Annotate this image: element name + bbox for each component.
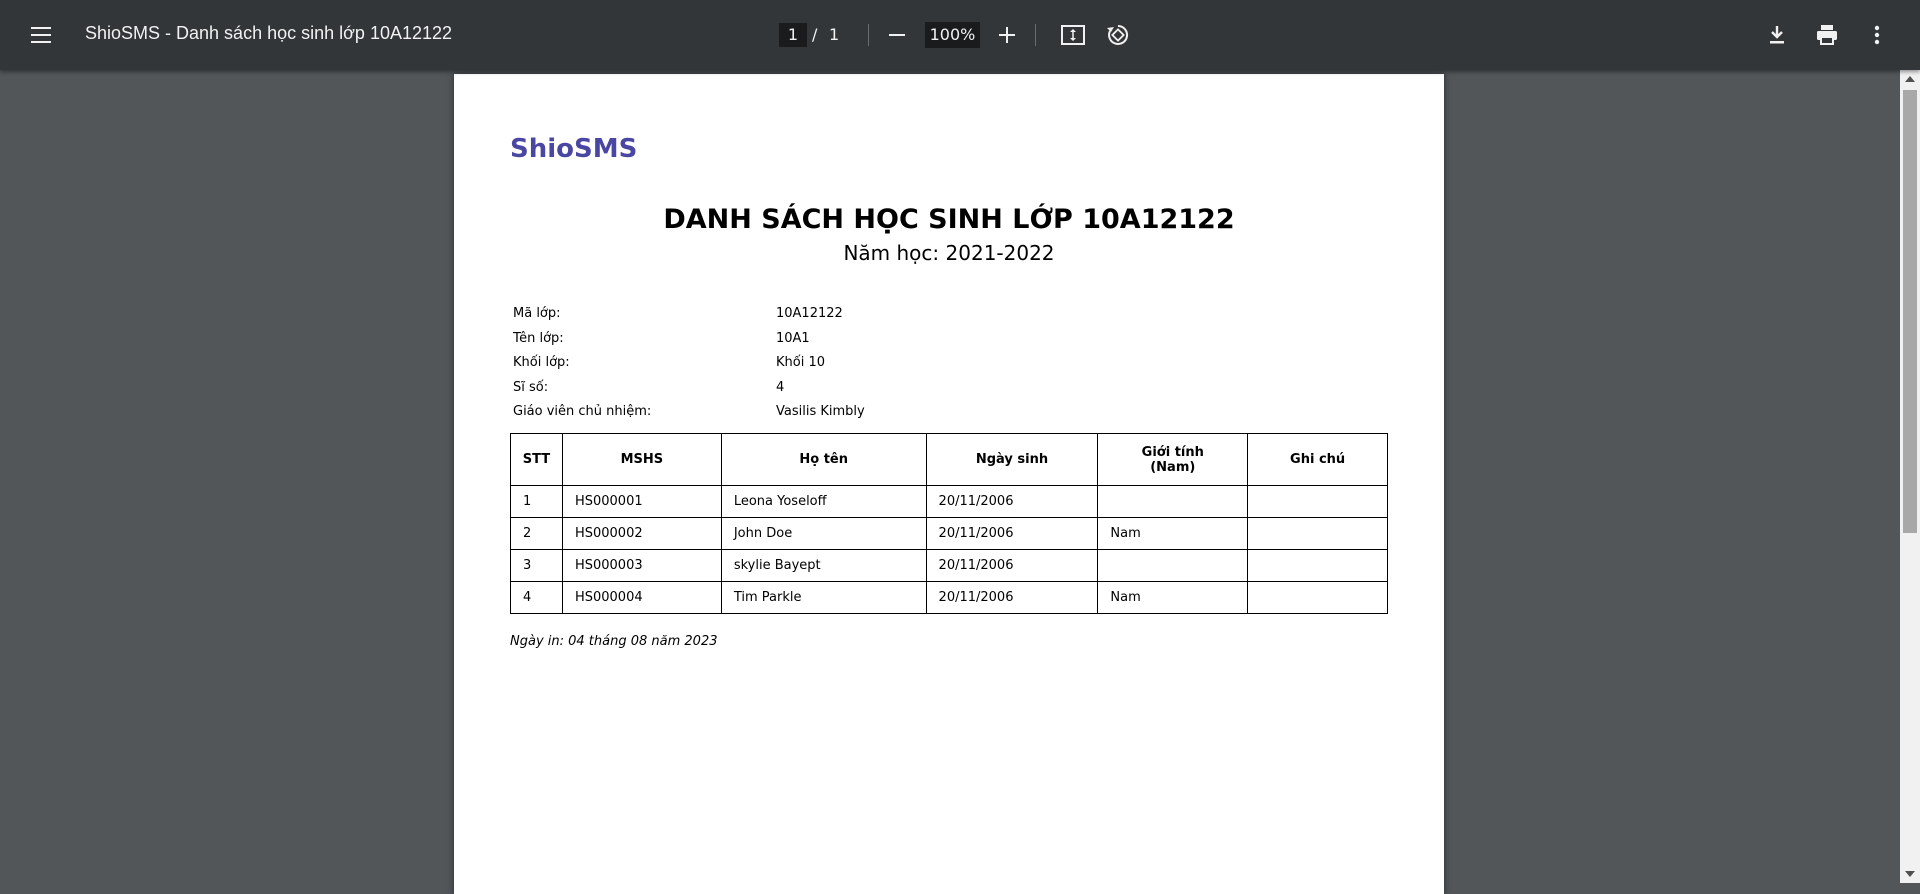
pdf-toolbar: ShioSMS - Danh sách học sinh lớp 10A1212… xyxy=(0,0,1920,70)
table-cell: 1 xyxy=(510,485,563,518)
page-number-input[interactable]: 1 xyxy=(779,23,807,47)
table-cell: HS000004 xyxy=(561,581,722,614)
print-date: Ngày in: 04 tháng 08 năm 2023 xyxy=(510,634,718,649)
column-header: Ghi chú xyxy=(1247,433,1388,486)
info-label: Khối lớp: xyxy=(513,355,570,370)
page-total: 1 xyxy=(829,25,840,44)
table-cell: skylie Bayept xyxy=(720,549,927,582)
page-title: DANH SÁCH HỌC SINH LỚP 10A12122 xyxy=(663,204,1235,235)
table-header-row: STT MSHS Họ tên Ngày sinh Giới tính (Nam… xyxy=(510,433,1388,486)
table-cell xyxy=(1247,581,1388,614)
column-header: MSHS xyxy=(561,433,722,486)
info-label: Tên lớp: xyxy=(513,330,564,346)
table-cell: John Doe xyxy=(720,517,927,550)
zoom-level-input[interactable]: 100% xyxy=(925,22,980,48)
pdf-page: ShioSMS DANH SÁCH HỌC SINH LỚP 10A12122 … xyxy=(454,74,1444,894)
table-cell xyxy=(1247,485,1388,518)
table-cell: 4 xyxy=(510,581,563,614)
table-cell: 20/11/2006 xyxy=(925,549,1099,582)
document-title: ShioSMS - Danh sách học sinh lớp 10A1212… xyxy=(85,23,453,43)
table-cell: 20/11/2006 xyxy=(925,517,1099,550)
info-label: Giáo viên chủ nhiệm: xyxy=(513,404,652,419)
table-cell xyxy=(1247,517,1388,550)
school-year: Năm học: 2021-2022 xyxy=(843,241,1055,265)
column-header: Giới tính (Nam) xyxy=(1097,433,1249,486)
print-icon[interactable] xyxy=(1812,20,1842,50)
download-icon[interactable] xyxy=(1762,20,1792,50)
column-header: Ngày sinh xyxy=(925,433,1099,486)
table-cell: Leona Yoseloff xyxy=(720,485,927,518)
scroll-up-arrow-icon[interactable] xyxy=(1905,76,1915,82)
table-cell xyxy=(1097,485,1249,518)
zoom-in-icon[interactable] xyxy=(996,24,1018,46)
toolbar-divider xyxy=(1035,24,1036,46)
vertical-scrollbar[interactable] xyxy=(1900,70,1920,883)
table-cell: Tim Parkle xyxy=(720,581,927,614)
fit-page-icon[interactable] xyxy=(1058,20,1088,50)
info-value: 10A1 xyxy=(776,330,810,346)
info-value: Khối 10 xyxy=(776,355,826,370)
table-cell: HS000001 xyxy=(561,485,722,518)
table-row: 4 HS000004 Tim Parkle 20/11/2006 Nam xyxy=(510,581,1388,614)
info-value: 4 xyxy=(776,379,785,395)
table-cell: Nam xyxy=(1097,581,1249,614)
scrollbar-thumb[interactable] xyxy=(1903,90,1917,533)
table-row: 3 HS000003 skylie Bayept 20/11/2006 xyxy=(510,549,1388,582)
info-label: Mã lớp: xyxy=(513,306,561,321)
table-cell: HS000002 xyxy=(561,517,722,550)
info-value: Vasilis Kimbly xyxy=(776,404,865,419)
info-label: Sĩ số: xyxy=(513,379,549,395)
page-separator: / xyxy=(812,25,818,44)
table-row: 2 HS000002 John Doe 20/11/2006 Nam xyxy=(510,517,1388,550)
table-cell: 2 xyxy=(510,517,563,550)
table-cell: 3 xyxy=(510,549,563,582)
scroll-down-arrow-icon[interactable] xyxy=(1905,871,1915,877)
rotate-icon[interactable] xyxy=(1103,20,1133,50)
student-table: STT MSHS Họ tên Ngày sinh Giới tính (Nam… xyxy=(510,433,1388,614)
column-header: STT xyxy=(510,433,563,486)
brand-logo-text: ShioSMS xyxy=(510,134,638,164)
zoom-out-icon[interactable] xyxy=(886,24,908,46)
table-row: 1 HS000001 Leona Yoseloff 20/11/2006 xyxy=(510,485,1388,518)
more-vert-icon[interactable] xyxy=(1862,20,1892,50)
info-value: 10A12122 xyxy=(776,306,843,321)
menu-icon[interactable] xyxy=(26,20,56,50)
table-cell xyxy=(1247,549,1388,582)
table-cell: 20/11/2006 xyxy=(925,581,1099,614)
table-cell xyxy=(1097,549,1249,582)
column-header: Họ tên xyxy=(720,433,927,486)
toolbar-divider xyxy=(868,24,869,46)
table-cell: HS000003 xyxy=(561,549,722,582)
table-cell: Nam xyxy=(1097,517,1249,550)
table-cell: 20/11/2006 xyxy=(925,485,1099,518)
